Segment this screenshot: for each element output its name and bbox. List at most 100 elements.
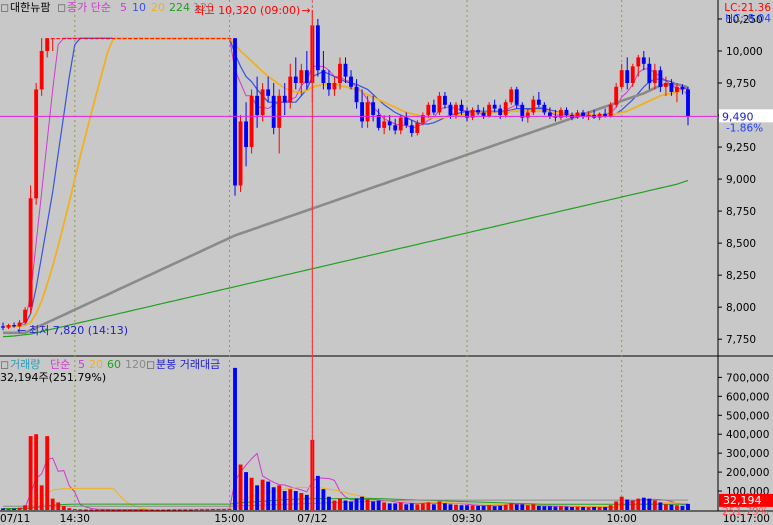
volume-bar[interactable] [321, 489, 326, 510]
candle[interactable] [210, 38, 215, 40]
candle[interactable] [166, 38, 171, 40]
candle[interactable] [117, 38, 121, 40]
candle[interactable] [61, 38, 66, 40]
candle[interactable] [56, 38, 61, 40]
candle[interactable] [161, 38, 166, 40]
volume-bar[interactable] [487, 505, 492, 510]
candle[interactable] [205, 38, 210, 40]
volume-ma-label[interactable]: 단순 [50, 358, 70, 371]
volume-bar[interactable] [216, 509, 221, 511]
volume-bar[interactable] [603, 507, 608, 510]
volume-bar[interactable] [443, 503, 447, 510]
candle[interactable] [28, 185, 33, 314]
volume-bar[interactable] [233, 367, 237, 510]
volume-bar[interactable] [387, 503, 392, 510]
candle[interactable] [238, 115, 243, 192]
volume-bar[interactable] [1, 508, 5, 510]
volume-bar[interactable] [72, 509, 77, 511]
volume-bar[interactable] [619, 496, 624, 510]
stock-chart[interactable]: 10,25010,0009,7509,5009,2509,0008,7508,5… [0, 0, 773, 525]
volume-bar[interactable] [514, 504, 519, 510]
volume-bar[interactable] [183, 509, 188, 511]
minute-turnover-label[interactable]: 분봉 거래대금 [156, 358, 220, 371]
volume-bar[interactable] [89, 509, 94, 511]
volume-bar[interactable] [172, 509, 177, 511]
volume-bar[interactable] [360, 496, 365, 510]
candle[interactable] [183, 38, 188, 40]
volume-bar[interactable] [614, 501, 619, 510]
volume-bar[interactable] [409, 503, 414, 510]
volume-bar[interactable] [492, 506, 497, 510]
volume-bar[interactable] [470, 505, 475, 510]
volume-bar[interactable] [282, 491, 287, 510]
volume-bar[interactable] [686, 503, 690, 510]
volume-ma-period-60[interactable]: 60 [107, 358, 121, 371]
volume-bar[interactable] [199, 509, 204, 511]
volume-bar[interactable] [625, 499, 630, 510]
volume-bar[interactable] [459, 505, 464, 510]
volume-bar[interactable] [111, 509, 116, 511]
candle[interactable] [128, 38, 132, 40]
volume-bar[interactable] [23, 505, 28, 510]
volume-bar[interactable] [481, 505, 486, 510]
volume-bar[interactable] [83, 509, 88, 511]
volume-bar[interactable] [498, 505, 503, 510]
volume-bar[interactable] [128, 509, 132, 511]
candle[interactable] [222, 38, 226, 40]
volume-ma-period-5[interactable]: 5 [78, 358, 85, 371]
volume-bar[interactable] [437, 501, 442, 510]
candle[interactable] [100, 38, 105, 40]
volume-ma-period-120[interactable]: 120 [125, 358, 146, 371]
volume-bar[interactable] [509, 503, 514, 510]
candle[interactable] [133, 38, 138, 40]
candle[interactable] [67, 38, 72, 40]
volume-bar[interactable] [28, 436, 33, 510]
volume-bar[interactable] [271, 487, 276, 510]
volume-bar[interactable] [371, 501, 376, 510]
volume-bar[interactable] [652, 500, 657, 510]
volume-bar[interactable] [658, 502, 663, 510]
volume-bar[interactable] [144, 509, 149, 511]
candle[interactable] [199, 38, 204, 40]
volume-bar[interactable] [338, 498, 342, 510]
volume-bar[interactable] [680, 505, 685, 510]
volume-bar[interactable] [476, 505, 481, 510]
volume-bar[interactable] [343, 500, 348, 510]
volume-bar[interactable] [177, 509, 182, 511]
volume-bar[interactable] [133, 509, 138, 511]
volume-bar[interactable] [50, 498, 55, 510]
volume-bar[interactable] [288, 489, 293, 510]
volume-bar[interactable] [536, 505, 541, 510]
volume-bar[interactable] [304, 494, 309, 510]
volume-bar[interactable] [166, 509, 171, 511]
volume-bar[interactable] [249, 477, 254, 510]
candle[interactable] [106, 38, 110, 40]
volume-bar[interactable] [415, 504, 420, 510]
stock-title[interactable]: 대한뉴팜 [10, 1, 50, 14]
candle[interactable] [139, 38, 144, 40]
volume-bar[interactable] [155, 509, 160, 511]
volume-bar[interactable] [553, 506, 558, 510]
candle[interactable] [34, 83, 39, 205]
candle[interactable] [144, 38, 149, 40]
volume-bar[interactable] [277, 485, 282, 510]
candle[interactable] [83, 38, 88, 40]
volume-bar[interactable] [663, 504, 668, 510]
volume-bar[interactable] [122, 509, 127, 511]
volume-bar[interactable] [454, 504, 458, 510]
volume-ma-period-20[interactable]: 20 [89, 358, 103, 371]
volume-bar[interactable] [205, 509, 210, 511]
volume-bar[interactable] [597, 507, 602, 510]
volume-bar[interactable] [608, 505, 613, 510]
candle[interactable] [249, 89, 254, 154]
volume-bar[interactable] [238, 464, 243, 510]
volume-bar[interactable] [150, 509, 155, 511]
volume-bar[interactable] [6, 508, 11, 510]
price-ma-period-20[interactable]: 20 [151, 1, 165, 14]
volume-bar[interactable] [542, 506, 547, 510]
volume-bar[interactable] [299, 492, 304, 510]
volume-bar[interactable] [332, 500, 337, 510]
volume-bar[interactable] [382, 502, 387, 510]
volume-label[interactable]: 거래량 [10, 358, 40, 371]
candle[interactable] [194, 38, 199, 40]
